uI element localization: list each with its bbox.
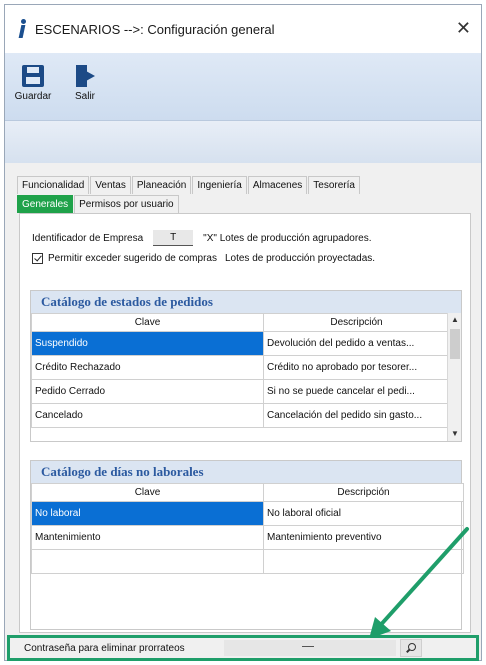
footer-highlight: Contraseña para eliminar prorrateos bbox=[7, 635, 479, 661]
config-window: ESCENARIOS -->: Configuración general ✕ … bbox=[4, 4, 482, 661]
delete-proration-password-label: Contraseña para eliminar prorrateos bbox=[24, 642, 185, 654]
delete-proration-password-field[interactable] bbox=[224, 640, 396, 656]
annotation-arrow bbox=[369, 527, 469, 639]
search-button[interactable] bbox=[400, 639, 422, 657]
